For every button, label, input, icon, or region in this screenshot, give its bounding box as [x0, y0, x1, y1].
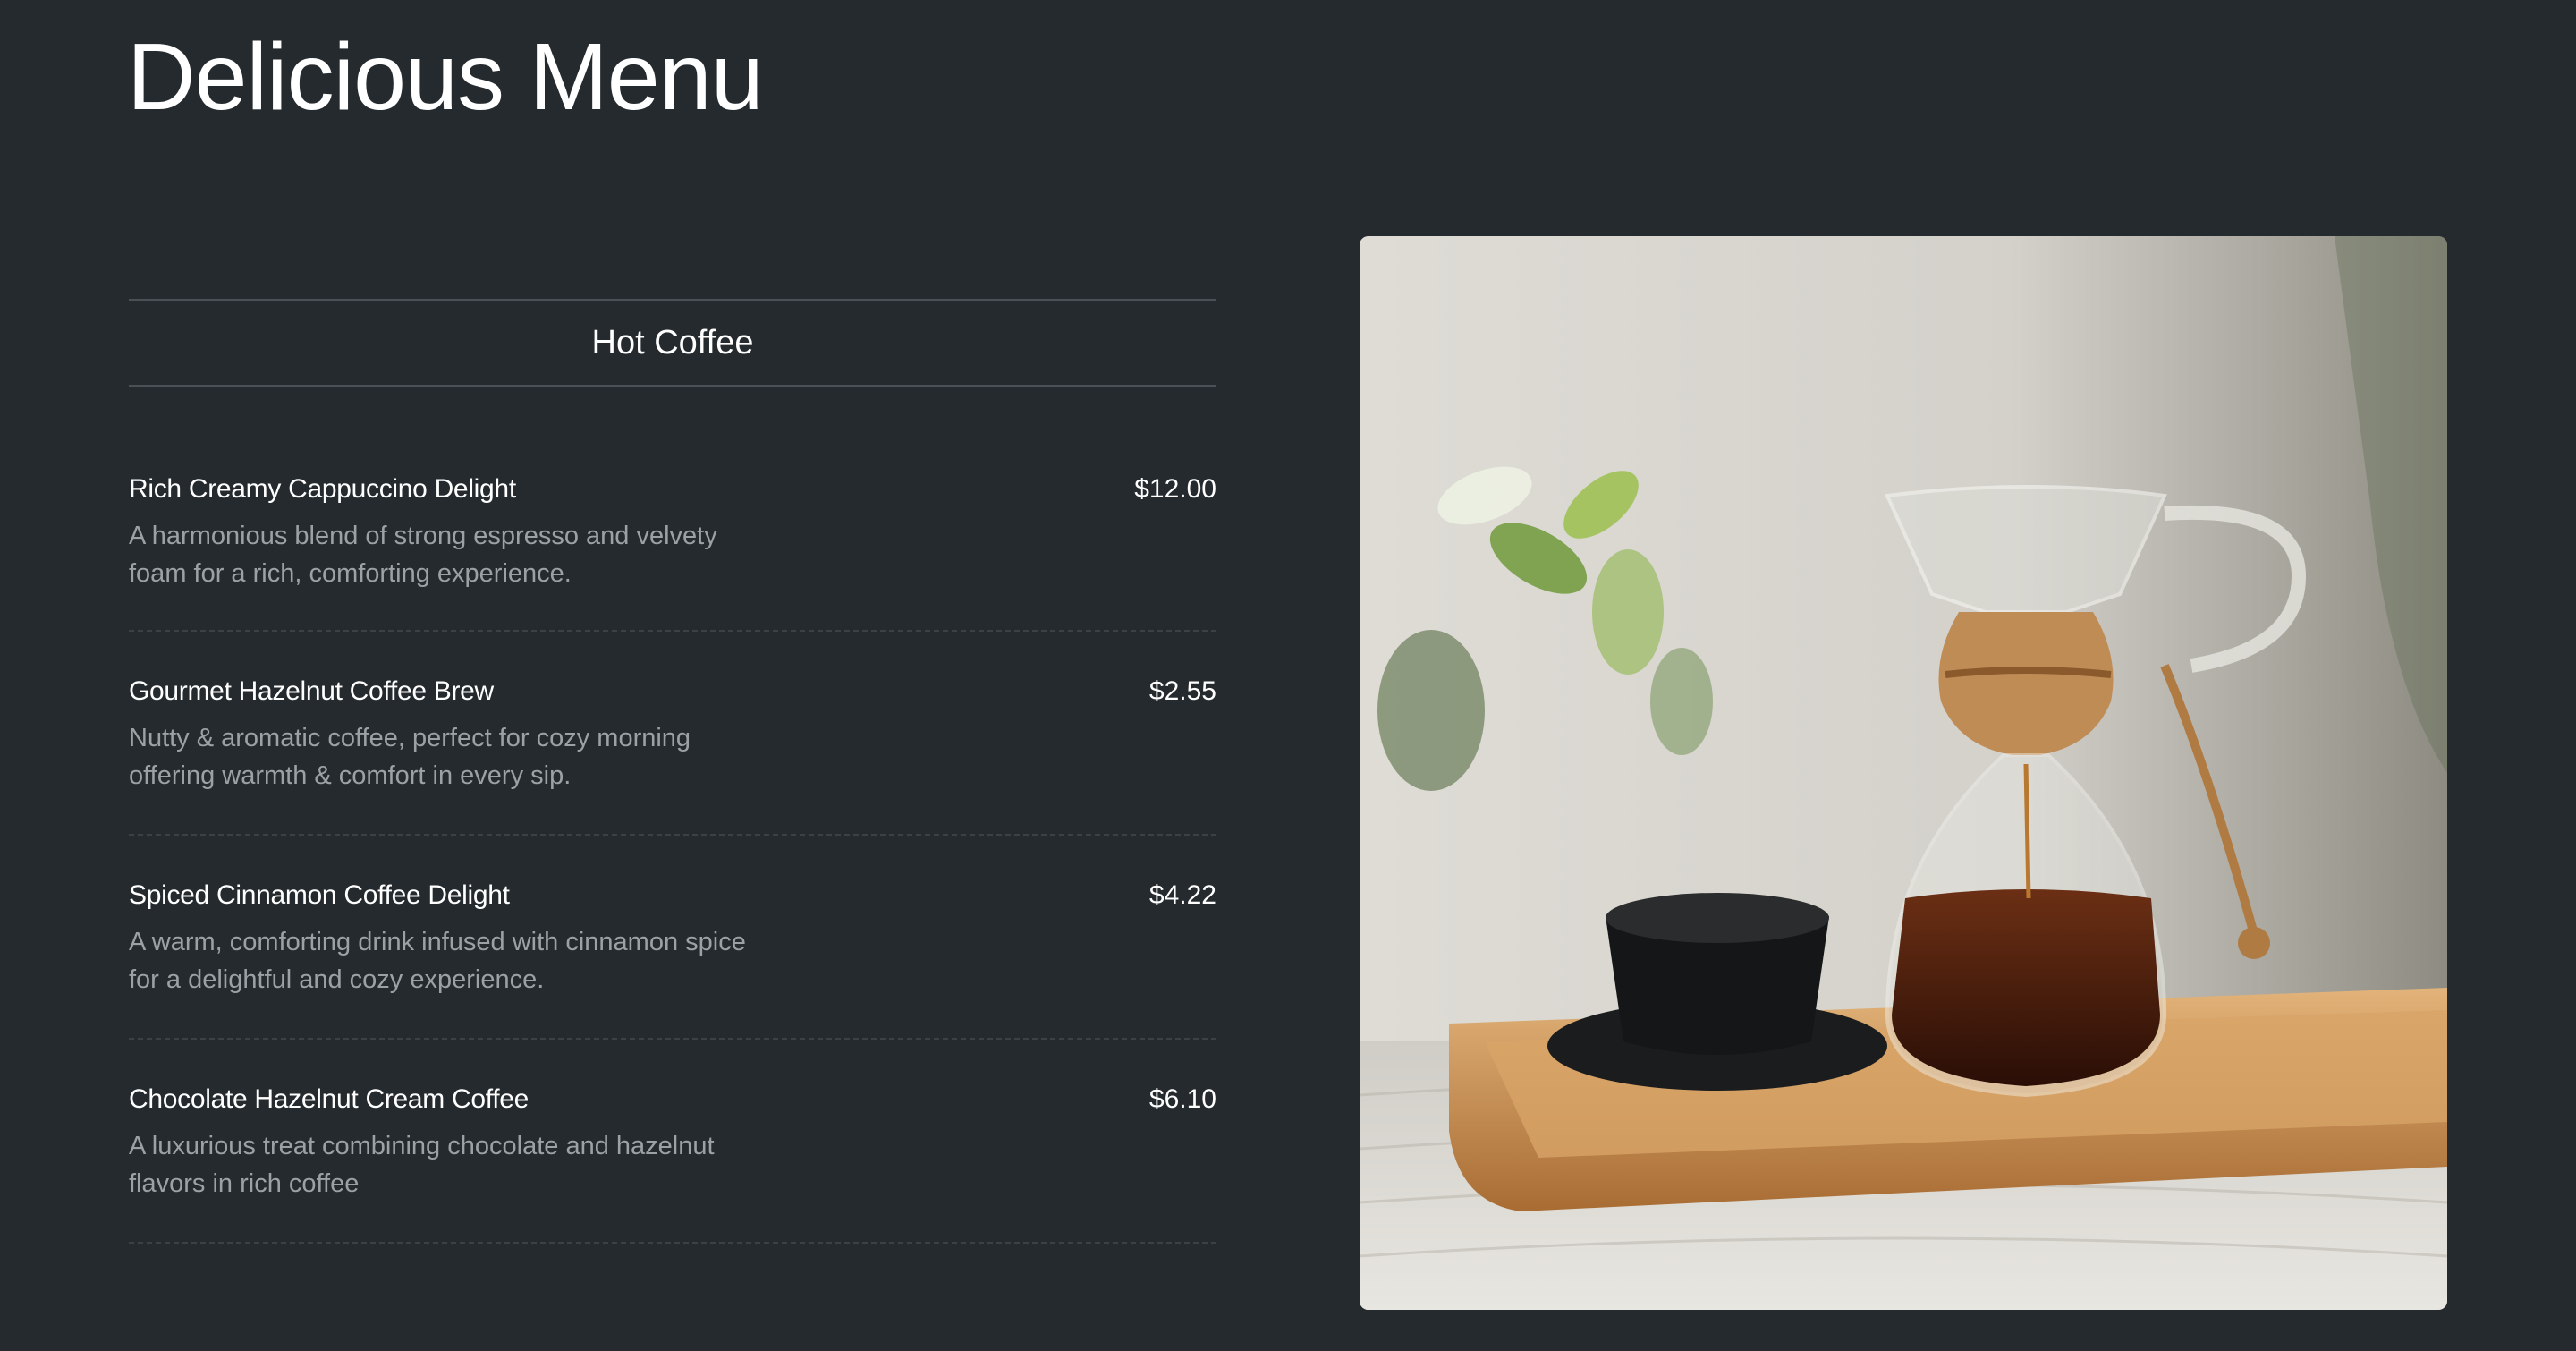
menu-item-price: $4.22	[1148, 880, 1216, 910]
menu-item-price: $2.55	[1148, 676, 1216, 706]
menu-item-name: Chocolate Hazelnut Cream Coffee	[129, 1084, 530, 1114]
menu-item-row: Chocolate Hazelnut Cream Coffee $6.10	[129, 1084, 1216, 1115]
menu-item-row: Spiced Cinnamon Coffee Delight $4.22	[129, 880, 1216, 911]
menu-item[interactable]: Gourmet Hazelnut Coffee Brew $2.55 Nutty…	[129, 633, 1216, 836]
page-title: Delicious Menu	[127, 24, 764, 130]
menu-item[interactable]: Chocolate Hazelnut Cream Coffee $6.10 A …	[129, 1041, 1216, 1244]
menu-item-description: A warm, comforting drink infused with ci…	[129, 928, 746, 994]
menu-item-description: A harmonious blend of strong espresso an…	[129, 522, 717, 588]
menu-item-name: Spiced Cinnamon Coffee Delight	[129, 880, 510, 910]
menu-item[interactable]: Spiced Cinnamon Coffee Delight $4.22 A w…	[129, 837, 1216, 1040]
category-header: Hot Coffee	[129, 299, 1216, 387]
coffee-photo	[1360, 236, 2447, 1310]
menu-item-name: Gourmet Hazelnut Coffee Brew	[129, 676, 494, 706]
menu-item-row: Rich Creamy Cappuccino Delight $12.00	[129, 474, 1216, 505]
category-title: Hot Coffee	[591, 323, 754, 361]
menu-item-row: Gourmet Hazelnut Coffee Brew $2.55	[129, 676, 1216, 707]
menu-items-list: Rich Creamy Cappuccino Delight $12.00 A …	[129, 474, 1216, 1244]
menu-item[interactable]: Rich Creamy Cappuccino Delight $12.00 A …	[129, 474, 1216, 632]
menu-item-price: $6.10	[1148, 1084, 1216, 1114]
menu-item-description: A luxurious treat combining chocolate an…	[129, 1132, 715, 1198]
menu-section: Hot Coffee Rich Creamy Cappuccino Deligh…	[129, 299, 1216, 1245]
menu-item-description: Nutty & aromatic coffee, perfect for coz…	[129, 724, 691, 790]
menu-item-name: Rich Creamy Cappuccino Delight	[129, 474, 516, 504]
coffee-illustration	[1360, 236, 2447, 1310]
menu-page: Delicious Menu Hot Coffee Rich Creamy Ca…	[0, 0, 2576, 1351]
menu-item-price: $12.00	[1134, 474, 1216, 504]
